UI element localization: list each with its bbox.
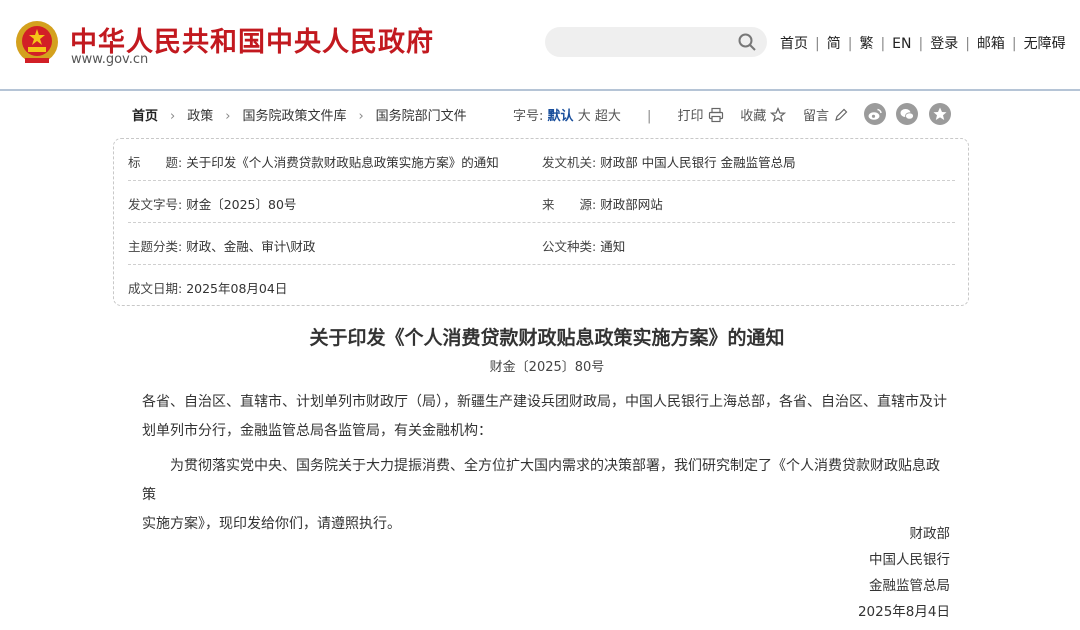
source-value: 财政部网站 [600,197,663,212]
nav-login-link[interactable]: 登录 [930,36,958,52]
favorite-label: 收藏 [740,109,767,124]
font-default-button[interactable]: 默认 [548,109,574,124]
star-icon [770,107,787,123]
article-body: 为贯彻落实党中央、国务院关于大力提振消费、全方位扩大国内需求的决策部署，我们研究… [142,452,952,539]
body-line: 实施方案》，现印发给你们，请遵照执行。 [142,516,401,532]
national-emblem-icon[interactable] [14,20,60,66]
comment-label: 留言 [802,109,829,124]
search-input[interactable] [545,27,767,57]
info-row: 主题分类: 财政、金融、审计\财政 公文种类: 通知 [128,223,955,265]
title-label: 标 题: [128,155,183,170]
comment-button[interactable]: 留言 [802,108,853,124]
signatory-pboc: 中国人民银行 [869,552,950,568]
article-title: 关于印发《个人消费贷款财政贴息政策实施方案》的通知 [309,327,785,349]
recipients-line: 划单列市分行，金融监管总局各监管局，有关金融机构： [142,423,492,439]
weibo-icon [868,108,882,120]
issuer-value: 财政部 中国人民银行 金融监管总局 [600,155,796,170]
doc-type-field: 公文种类: 通知 [542,236,625,255]
signatory-nfra: 金融监管总局 [869,578,950,594]
recipients-line: 各省、自治区、直辖市、计划单列市财政厅（局），新疆生产建设兵团财政局，中国人民银… [142,394,947,410]
site-domain: www.gov.cn [71,52,149,67]
title-field: 标 题: 关于印发《个人消费贷款财政贴息政策实施方案》的通知 [128,152,499,171]
doc-type-value: 通知 [600,239,626,254]
date-field: 成文日期: 2025年08月04日 [128,278,287,297]
breadcrumb: 首页 › 政策 › 国务院政策文件库 › 国务院部门文件 [132,109,467,124]
breadcrumb-home[interactable]: 首页 [132,109,158,124]
nav-english-link[interactable]: EN [892,36,911,52]
article-recipients: 各省、自治区、直辖市、计划单列市财政厅（局），新疆生产建设兵团财政局，中国人民银… [142,388,952,446]
favorite-button[interactable]: 收藏 [740,107,790,124]
source-label: 来 源: [542,197,597,212]
info-row: 标 题: 关于印发《个人消费贷款财政贴息政策实施方案》的通知 发文机关: 财政部… [128,139,955,181]
search-icon[interactable] [737,32,757,52]
breadcrumb-policy-library[interactable]: 国务院政策文件库 [242,109,346,124]
wechat-icon [900,109,914,120]
nav-accessibility-link[interactable]: 无障碍 [1024,36,1066,52]
qzone-icon [933,107,947,120]
doc-number-value: 财金〔2025〕80号 [186,197,297,212]
nav-simplified-link[interactable]: 简 [827,36,841,52]
date-value: 2025年08月04日 [186,281,288,296]
article-doc-number: 财金〔2025〕80号 [489,360,605,375]
qzone-share-button[interactable] [929,103,951,125]
font-size-label: 字号: [513,109,544,124]
breadcrumb-policy[interactable]: 政策 [187,109,213,124]
pencil-icon [835,108,848,121]
title-value: 关于印发《个人消费贷款财政贴息政策实施方案》的通知 [186,155,499,170]
issuer-field: 发文机关: 财政部 中国人民银行 金融监管总局 [542,152,796,171]
article-toolbar: 字号: 默认 大 超大 | 打印 收藏 留言 | [513,105,902,124]
info-row: 发文字号: 财金〔2025〕80号 来 源: 财政部网站 [128,181,955,223]
top-nav: 首页 | 简 | 繁 | EN | 登录 | 邮箱 | 无障碍 [780,36,1066,52]
signatory-mof: 财政部 [909,526,951,542]
doc-number-label: 发文字号: [128,197,183,212]
body-line: 为贯彻落实党中央、国务院关于大力提振消费、全方位扩大国内需求的决策部署，我们研究… [142,458,940,503]
nav-home-link[interactable]: 首页 [780,36,808,52]
topic-field: 主题分类: 财政、金融、审计\财政 [128,236,315,255]
doc-type-label: 公文种类: [542,239,597,254]
date-label: 成文日期: [128,281,183,296]
nav-mail-link[interactable]: 邮箱 [977,36,1005,52]
printer-icon [708,107,723,123]
doc-number-field: 发文字号: 财金〔2025〕80号 [128,194,296,213]
site-header: 中华人民共和国中央人民政府 www.gov.cn 首页 | 简 | 繁 | EN | 登录 | 邮箱… [0,0,1080,91]
signing-date: 2025年8月4日 [857,604,950,620]
font-large-button[interactable]: 大 [578,109,591,124]
print-label: 打印 [677,109,704,124]
document-info-table: 标 题: 关于印发《个人消费贷款财政贴息政策实施方案》的通知 发文机关: 财政部… [113,138,969,306]
topic-value: 财政、金融、审计\财政 [186,239,316,254]
print-button[interactable]: 打印 [677,107,728,124]
font-xlarge-button[interactable]: 超大 [595,109,621,124]
nav-traditional-link[interactable]: 繁 [859,36,873,52]
breadcrumb-department-docs[interactable]: 国务院部门文件 [376,109,467,124]
header-divider [0,89,1080,91]
topic-label: 主题分类: [128,239,183,254]
weibo-share-button[interactable] [864,103,886,125]
info-row: 成文日期: 2025年08月04日 [128,265,955,307]
wechat-share-button[interactable] [896,103,918,125]
issuer-label: 发文机关: [542,155,597,170]
source-field: 来 源: 财政部网站 [542,194,663,213]
